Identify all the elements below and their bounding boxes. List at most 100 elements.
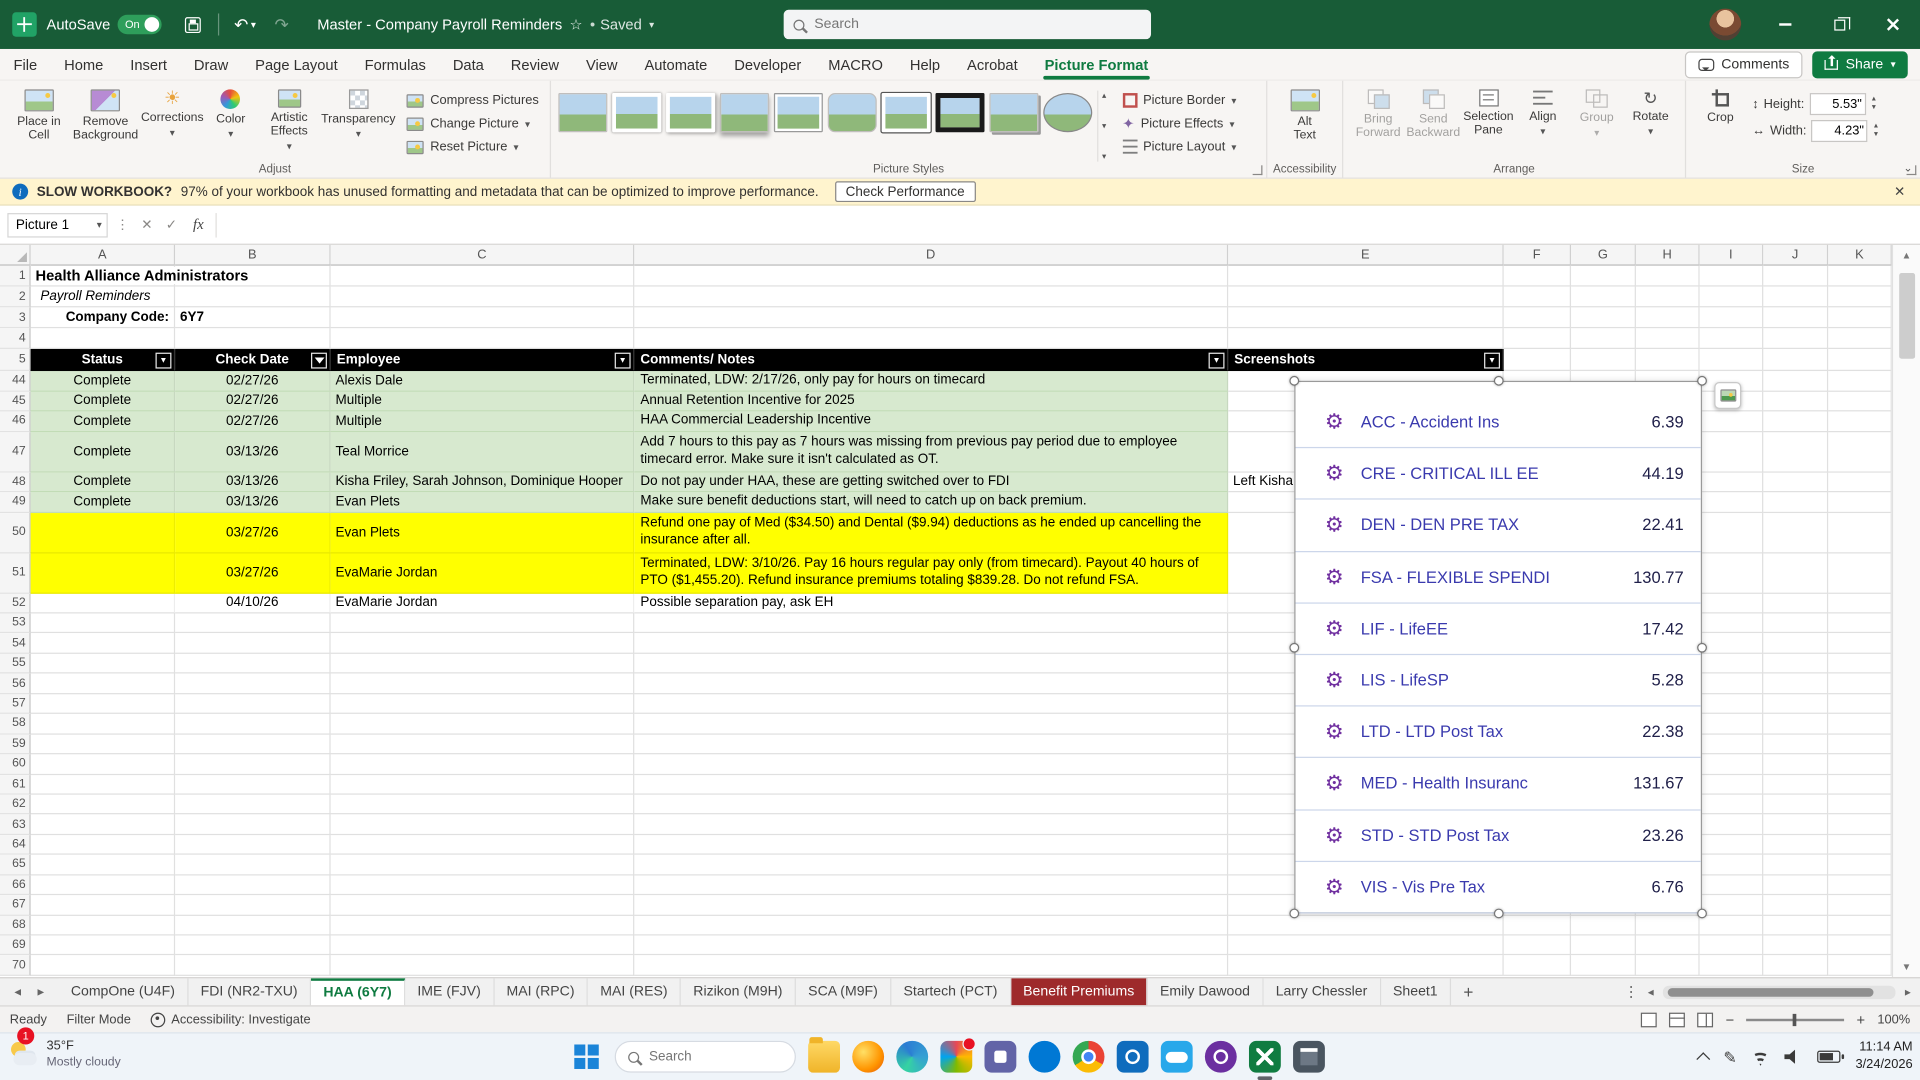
- row-header[interactable]: 70: [0, 956, 31, 976]
- cell[interactable]: [1828, 835, 1892, 855]
- cell[interactable]: [1504, 266, 1571, 287]
- check-date-cell[interactable]: 04/10/26: [175, 593, 331, 613]
- place-in-cell-button[interactable]: Place in Cell: [7, 86, 70, 146]
- row-header[interactable]: 58: [0, 714, 31, 734]
- cell[interactable]: [175, 835, 331, 855]
- status-cell[interactable]: Complete: [31, 492, 175, 512]
- cell[interactable]: [634, 307, 1228, 328]
- cell[interactable]: [331, 795, 635, 815]
- filter-button[interactable]: ▾: [156, 352, 172, 368]
- cell[interactable]: [331, 754, 635, 774]
- cell[interactable]: [1763, 472, 1828, 492]
- collapse-ribbon-icon[interactable]: ⌄: [1903, 162, 1912, 175]
- scroll-up-icon[interactable]: ▲: [1902, 245, 1912, 266]
- cell[interactable]: [1828, 815, 1892, 835]
- status-cell[interactable]: Complete: [31, 432, 175, 472]
- check-date-cell[interactable]: 03/13/26: [175, 492, 331, 512]
- cell[interactable]: [1636, 956, 1700, 976]
- cell[interactable]: [31, 694, 175, 714]
- status-cell[interactable]: Complete: [31, 472, 175, 492]
- cell[interactable]: Payroll Reminders: [31, 287, 175, 308]
- cell[interactable]: [1228, 266, 1504, 287]
- chrome-icon[interactable]: [1073, 1041, 1105, 1073]
- cell[interactable]: [1636, 349, 1700, 371]
- cell[interactable]: [1828, 915, 1892, 935]
- rotate-button[interactable]: ↻ Rotate ▾: [1624, 86, 1678, 142]
- cell[interactable]: [1828, 593, 1892, 613]
- row-header[interactable]: 64: [0, 835, 31, 855]
- check-date-cell[interactable]: 03/13/26: [175, 432, 331, 472]
- remove-background-button[interactable]: Remove Background: [70, 86, 140, 146]
- cell[interactable]: [1636, 307, 1700, 328]
- cell[interactable]: [1763, 936, 1828, 956]
- fx-icon[interactable]: fx: [186, 216, 210, 234]
- sheet-tab-mai-rpc[interactable]: MAI (RPC): [494, 978, 588, 1005]
- check-date-cell[interactable]: 03/27/26: [175, 553, 331, 593]
- employee-cell[interactable]: Multiple: [331, 391, 635, 411]
- place-in-cell-float-button[interactable]: [1714, 382, 1741, 409]
- bring-forward-button[interactable]: Bring Forward: [1351, 86, 1406, 144]
- compress-pictures-button[interactable]: Compress Pictures: [403, 92, 542, 109]
- close-button[interactable]: [1866, 0, 1920, 49]
- zoom-in-button[interactable]: +: [1856, 1011, 1865, 1028]
- filter-applied-button[interactable]: [311, 352, 327, 368]
- cell[interactable]: [31, 328, 175, 349]
- cell[interactable]: [1700, 492, 1764, 512]
- cell[interactable]: [634, 674, 1228, 694]
- cell[interactable]: [1700, 795, 1764, 815]
- picture-style-thumbnail[interactable]: [558, 93, 607, 132]
- cell[interactable]: [331, 613, 635, 633]
- cell[interactable]: [31, 634, 175, 654]
- comments-cell[interactable]: Annual Retention Incentive for 2025: [634, 391, 1228, 411]
- resize-handle[interactable]: [1697, 643, 1707, 653]
- picture-styles-gallery[interactable]: [558, 86, 1092, 133]
- sheet-tab-startech-pct[interactable]: Startech (PCT): [891, 978, 1011, 1005]
- comments-button[interactable]: Comments: [1685, 51, 1803, 78]
- scroll-down-icon[interactable]: ▼: [1902, 956, 1912, 977]
- row-header[interactable]: 3: [0, 307, 31, 328]
- column-header[interactable]: B: [175, 245, 331, 266]
- filter-button[interactable]: ▾: [1209, 352, 1225, 368]
- cell[interactable]: [1700, 593, 1764, 613]
- cell[interactable]: [1571, 328, 1636, 349]
- cell[interactable]: [1763, 795, 1828, 815]
- scrollbar-thumb[interactable]: [1668, 988, 1874, 997]
- sheet-tab-sheet1[interactable]: Sheet1: [1381, 978, 1451, 1005]
- cell[interactable]: [1763, 956, 1828, 976]
- redo-button[interactable]: ↷: [263, 7, 300, 41]
- comments-cell[interactable]: Refund one pay of Med ($34.50) and Denta…: [634, 512, 1228, 552]
- minimize-button[interactable]: [1758, 0, 1812, 49]
- cell[interactable]: [175, 654, 331, 674]
- photos-icon[interactable]: [940, 1041, 972, 1073]
- cell[interactable]: [634, 835, 1228, 855]
- cell[interactable]: [175, 936, 331, 956]
- resize-handle[interactable]: [1697, 376, 1707, 386]
- cell[interactable]: [331, 915, 635, 935]
- cell[interactable]: [1828, 553, 1892, 593]
- cell[interactable]: [634, 634, 1228, 654]
- clock[interactable]: 11:14 AM 3/24/2026: [1855, 1040, 1912, 1073]
- height-input[interactable]: [1809, 93, 1865, 115]
- cell[interactable]: [1700, 774, 1764, 794]
- cell[interactable]: [1763, 714, 1828, 734]
- cell[interactable]: [1700, 553, 1764, 593]
- battery-icon[interactable]: [1817, 1051, 1840, 1063]
- cell[interactable]: [331, 956, 635, 976]
- row-header[interactable]: 61: [0, 774, 31, 794]
- name-box-input[interactable]: [13, 216, 96, 233]
- normal-view-button[interactable]: [1641, 1012, 1657, 1027]
- accessibility-status[interactable]: Accessibility: Investigate: [150, 1012, 310, 1027]
- employee-cell[interactable]: Multiple: [331, 411, 635, 431]
- gallery-up-icon[interactable]: ▴: [1102, 91, 1106, 101]
- cell[interactable]: [1763, 754, 1828, 774]
- resize-handle[interactable]: [1494, 909, 1504, 919]
- outlook-icon[interactable]: [1117, 1041, 1149, 1073]
- file-explorer-icon[interactable]: [808, 1041, 840, 1073]
- quickbooks-icon[interactable]: [1205, 1041, 1237, 1073]
- column-header[interactable]: G: [1571, 245, 1636, 266]
- tab-home[interactable]: Home: [51, 49, 117, 80]
- cell[interactable]: [1636, 915, 1700, 935]
- status-cell[interactable]: [31, 553, 175, 593]
- cell[interactable]: [1700, 714, 1764, 734]
- cell[interactable]: [1763, 674, 1828, 694]
